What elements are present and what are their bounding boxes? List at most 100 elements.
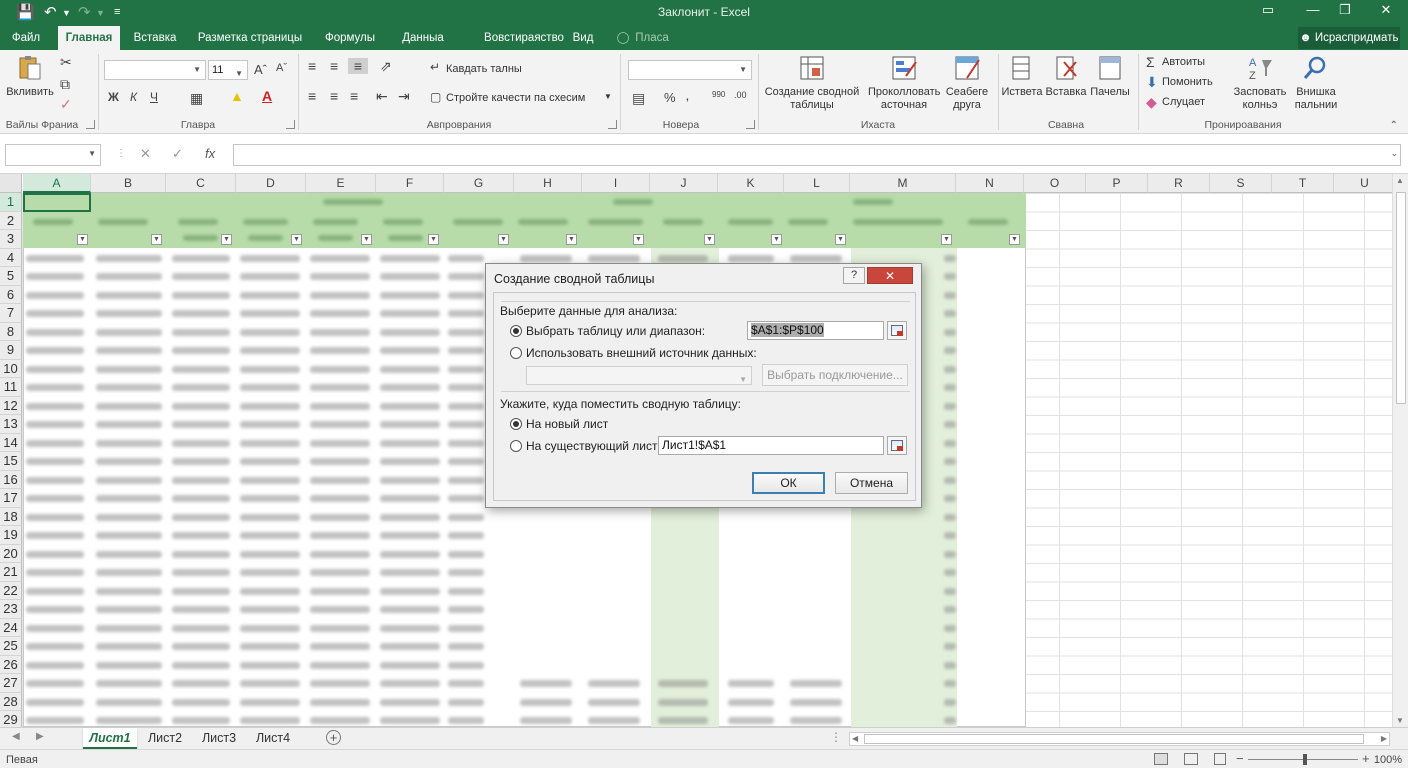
row-header-6[interactable]: 6 — [0, 285, 22, 304]
table-cell[interactable] — [448, 328, 484, 336]
table-cell[interactable] — [172, 439, 230, 447]
column-header-k[interactable]: K — [718, 174, 784, 193]
filter-dropdown-icon[interactable]: ▼ — [1009, 234, 1020, 245]
radio-new-sheet[interactable] — [510, 418, 522, 430]
table-cell[interactable] — [172, 402, 230, 410]
cancel-entry-icon[interactable]: ✕ — [140, 146, 151, 162]
table-cell[interactable] — [172, 347, 230, 354]
table-cell[interactable] — [944, 513, 956, 521]
table-cell[interactable] — [26, 680, 84, 687]
table-cell[interactable] — [310, 569, 370, 576]
table-cell[interactable] — [240, 254, 300, 262]
row-header-9[interactable]: 9 — [0, 341, 22, 360]
table-cell[interactable] — [172, 291, 230, 299]
table-cell[interactable] — [728, 680, 774, 687]
active-cell[interactable] — [23, 193, 91, 212]
row-header-19[interactable]: 19 — [0, 526, 22, 545]
table-cell[interactable] — [310, 532, 370, 539]
table-cell[interactable] — [448, 458, 484, 465]
borders-icon[interactable]: ▦ — [190, 90, 203, 107]
table-cell[interactable] — [240, 476, 300, 484]
zoom-in-icon[interactable]: + — [1362, 751, 1370, 766]
table-cell[interactable] — [96, 365, 162, 373]
table-cell[interactable] — [448, 476, 484, 484]
clipboard-launcher-icon[interactable] — [86, 120, 95, 129]
tab-data[interactable]: Данныа — [392, 26, 454, 50]
table-cell[interactable] — [658, 698, 708, 706]
table-cell[interactable] — [26, 550, 84, 558]
table-cell[interactable] — [240, 402, 300, 410]
table-cell[interactable] — [310, 347, 370, 354]
table-cell[interactable] — [380, 328, 440, 336]
collapse-range-button[interactable] — [887, 321, 907, 340]
tab-insert[interactable]: Вставка — [128, 26, 182, 50]
filter-dropdown-icon[interactable]: ▼ — [77, 234, 88, 245]
option-existing-sheet-label[interactable]: На существующий лист: — [526, 439, 661, 453]
wrap-text-button[interactable]: Кавдать талны — [446, 63, 522, 75]
currency-icon[interactable]: ▤ — [632, 90, 645, 107]
table-cell[interactable] — [240, 384, 300, 391]
format-painter-icon[interactable]: ✓ — [60, 96, 72, 113]
table-cell[interactable] — [944, 402, 956, 410]
table-cell[interactable] — [310, 291, 370, 299]
filter-dropdown-icon[interactable]: ▼ — [566, 234, 577, 245]
table-cell[interactable] — [96, 717, 162, 724]
name-box[interactable]: ▼ — [5, 144, 101, 166]
table-cell[interactable] — [96, 698, 162, 706]
option-new-sheet-label[interactable]: На новый лист — [526, 417, 608, 431]
zoom-level[interactable]: 100% — [1374, 754, 1402, 766]
add-sheet-icon[interactable]: + — [326, 730, 341, 745]
table-cell[interactable] — [310, 606, 370, 613]
decrease-decimal-icon[interactable]: .00 — [734, 90, 747, 100]
table-cell[interactable] — [172, 421, 230, 428]
table-cell[interactable] — [448, 273, 484, 280]
table-cell[interactable] — [26, 476, 84, 484]
normal-view-icon[interactable] — [1154, 753, 1168, 765]
table-cell[interactable] — [240, 532, 300, 539]
filter-dropdown-icon[interactable]: ▼ — [221, 234, 232, 245]
table-cell[interactable] — [448, 532, 484, 539]
table-cell[interactable] — [96, 532, 162, 539]
row-header-20[interactable]: 20 — [0, 544, 22, 563]
filter-dropdown-icon[interactable]: ▼ — [941, 234, 952, 245]
radio-existing-sheet[interactable] — [510, 440, 522, 452]
clear-icon[interactable]: ◆ — [1146, 94, 1157, 111]
table-cell[interactable] — [588, 717, 640, 724]
merge-icon[interactable]: ▢ — [430, 90, 441, 104]
scroll-right-icon[interactable]: ▶ — [1381, 734, 1387, 743]
number-launcher-icon[interactable] — [746, 120, 755, 129]
table-cell[interactable] — [658, 680, 708, 687]
table-cell[interactable] — [96, 661, 162, 669]
table-cell[interactable] — [240, 347, 300, 354]
conditional-format-button[interactable]: Проколловать асточная — [868, 54, 940, 112]
tab-view[interactable]: Вид — [566, 26, 600, 50]
expand-formula-icon[interactable]: ⌄ — [1390, 148, 1398, 159]
font-name-select[interactable]: ▼ — [104, 60, 206, 80]
grow-font-icon[interactable]: Aˆ — [254, 62, 267, 77]
table-cell[interactable] — [310, 310, 370, 317]
font-color-icon[interactable]: A — [262, 88, 272, 104]
row-header-16[interactable]: 16 — [0, 470, 22, 489]
table-cell[interactable] — [944, 532, 956, 539]
table-cell[interactable] — [588, 698, 640, 706]
row-header-22[interactable]: 22 — [0, 581, 22, 600]
table-cell[interactable] — [448, 347, 484, 354]
row-header-26[interactable]: 26 — [0, 655, 22, 674]
column-header-b[interactable]: B — [91, 174, 166, 193]
number-format-select[interactable]: ▼ — [628, 60, 752, 80]
column-header-d[interactable]: D — [236, 174, 306, 193]
table-cell[interactable] — [240, 550, 300, 558]
table-cell[interactable] — [448, 384, 484, 391]
table-cell[interactable] — [790, 698, 842, 706]
table-cell[interactable] — [310, 513, 370, 521]
table-cell[interactable] — [520, 717, 572, 724]
table-cell[interactable] — [380, 458, 440, 465]
table-cell[interactable] — [96, 347, 162, 354]
table-cell[interactable] — [310, 717, 370, 724]
close-window-icon[interactable]: ✕ — [1371, 2, 1401, 18]
column-header-u[interactable]: U — [1334, 174, 1396, 193]
vertical-scrollbar[interactable]: ▲ ▼ — [1392, 174, 1408, 727]
table-cell[interactable] — [310, 643, 370, 650]
tell-me-box[interactable]: Пласа — [632, 26, 672, 50]
option-select-table-label[interactable]: Выбрать таблицу или диапазон: — [526, 324, 705, 338]
